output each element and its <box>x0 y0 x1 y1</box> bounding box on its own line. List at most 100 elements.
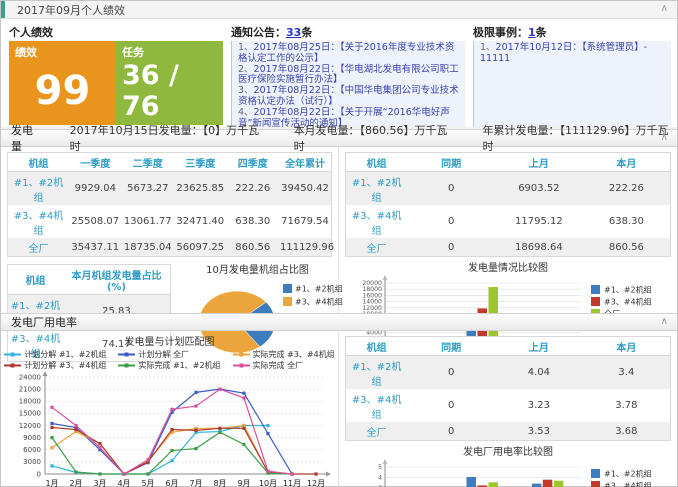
svg-text:10月: 10月 <box>258 479 276 487</box>
legend-item: 实际完成 #3、#4机组 <box>233 349 335 360</box>
table-cell: 25508.07 <box>69 205 121 238</box>
svg-text:18000: 18000 <box>18 398 40 406</box>
notices-title: 通知公告： <box>231 26 286 39</box>
case-number: 1、 <box>480 42 496 53</box>
line-chart-legend: 计划分解 #1、#2机组 计划分解 全厂 实际完成 #3、#4机组计划分解 #3、#… <box>1 349 338 371</box>
plan-vs-actual-line-chart: 030006000900012000150001800021000240001月… <box>1 371 338 487</box>
table-cell: 35437.11 <box>69 238 121 257</box>
svg-text:6月: 6月 <box>165 479 178 487</box>
section-personal: 个人绩效 绩效 99 任务 36 / 76 通知公告：33条 1、2017年08… <box>1 19 677 127</box>
task-progress-tile[interactable]: 任务 36 / 76 <box>116 41 223 125</box>
table-cell: 0 <box>407 356 495 390</box>
line-chart-title: 发电量与计划匹配图 <box>1 333 338 348</box>
table-row: #3、#4机组25508.0713061.7732471.40638.30716… <box>8 205 332 238</box>
table-header-cell: 二季度 <box>122 153 174 172</box>
table-header-cell: 本月 <box>583 337 671 356</box>
table-cell: 111129.96 <box>279 238 332 257</box>
case-date: 2017年10月12日： <box>496 42 582 53</box>
svg-text:11月: 11月 <box>282 479 300 487</box>
performance-title: 个人绩效 <box>9 24 223 38</box>
rate-left-pane: 发电量与计划匹配图 计划分解 #1、#2机组 计划分解 全厂 实际完成 #3、#4机… <box>1 331 339 487</box>
chevron-up-icon[interactable]: ∧ <box>661 2 668 16</box>
table-header-cell: 机组 <box>8 265 63 295</box>
power-section-body: 机组一季度二季度三季度四季度全年累计#1、#2机组9929.045673.272… <box>1 147 677 313</box>
svg-text:5: 5 <box>378 464 382 471</box>
table-row: #3、#4机组03.233.78 <box>346 389 671 422</box>
table-row: #1、#2机组04.043.4 <box>346 356 671 390</box>
pie-chart-title: 10月发电量机组占比图 <box>177 261 338 276</box>
svg-text:4: 4 <box>378 474 382 481</box>
legend-label: 计划分解 #3、#4机组 <box>24 360 106 371</box>
svg-text:#1、#2机组: #1、#2机组 <box>604 285 652 295</box>
table-row: 全厂018698.64860.56 <box>346 238 671 257</box>
svg-text:8月: 8月 <box>213 479 226 487</box>
table-cell: 9929.04 <box>69 172 121 206</box>
rate-section-body: 发电量与计划匹配图 计划分解 #1、#2机组 计划分解 全厂 实际完成 #3、#4机… <box>1 331 677 487</box>
table-cell: 56097.25 <box>174 238 226 257</box>
cases-count-link[interactable]: 1 <box>528 26 536 39</box>
dashboard-page: { "top_bar": { "title": "2017年09月个人绩效", … <box>0 0 678 487</box>
stat-month: 本月发电量：【860.56】万千瓦时 <box>294 122 457 154</box>
svg-text:7月: 7月 <box>189 479 202 487</box>
notices-header: 通知公告：33条 <box>231 24 465 38</box>
notices-count-link[interactable]: 33 <box>286 26 301 39</box>
quarter-table: 机组一季度二季度三季度四季度全年累计#1、#2机组9929.045673.272… <box>7 152 332 257</box>
table-header-cell: 同期 <box>407 337 495 356</box>
legend-label: 计划分解 #1、#2机组 <box>24 349 106 360</box>
cases-title: 极限事例： <box>473 26 528 39</box>
performance-block: 个人绩效 绩效 99 任务 36 / 76 <box>9 24 223 127</box>
table-header-cell: 全年累计 <box>279 153 332 172</box>
line-plan-vs-actual-svg: 030006000900012000150001800021000240001月… <box>3 371 337 487</box>
legend-item: 实际完成 #1、#2机组 <box>118 360 220 371</box>
notice-item[interactable]: 2、2017年08月22日：【华电湖北发电有限公司职工医疗保险实施暂行办法】 <box>238 65 459 87</box>
svg-text:4月: 4月 <box>117 479 130 487</box>
table-cell: 全厂 <box>346 238 408 257</box>
notice-item[interactable]: 3、2017年08月22日：【中国华电集团公司专业技术资格认定办法（试行）】 <box>238 86 459 108</box>
legend-swatch-icon <box>4 351 21 358</box>
svg-text:6000: 6000 <box>23 446 41 454</box>
legend-item: 计划分解 全厂 <box>118 349 220 360</box>
svg-text:20000: 20000 <box>362 280 382 287</box>
legend-item: 计划分解 #1、#2机组 <box>4 349 106 360</box>
table-cell: 0 <box>407 389 495 422</box>
table-header-row: 机组同期上月本月 <box>346 337 671 356</box>
svg-text:12月: 12月 <box>306 479 324 487</box>
legend-swatch-icon <box>233 351 250 358</box>
table-cell: #1、#2机组 <box>8 172 70 206</box>
rate-section-title: 发电厂用电率 <box>11 314 77 330</box>
kpi-score-tile[interactable]: 绩效 99 <box>9 41 116 125</box>
table-cell: 18698.64 <box>495 238 583 257</box>
table-cell: 3.53 <box>495 422 583 441</box>
table-header-cell: 上月 <box>495 153 583 172</box>
chevron-up-icon[interactable]: ∧ <box>661 131 668 145</box>
notice-date: 2017年08月25日： <box>254 42 340 53</box>
table-header-cell: 机组 <box>8 153 70 172</box>
table-header-cell: 机组 <box>346 337 408 356</box>
month-table: 机组同期上月本月#1、#2机组06903.52222.26#3、#4机组0117… <box>345 152 671 257</box>
rate-bar-chart: 012345同期上月本月#1、#2机组#3、#4机组全厂 <box>339 458 677 487</box>
svg-text:18000: 18000 <box>362 286 382 293</box>
notices-count-suffix: 条 <box>301 26 312 39</box>
task-label: 任务 <box>122 44 217 60</box>
notice-number: 2、 <box>238 64 254 75</box>
notice-number: 3、 <box>238 85 254 96</box>
legend-label: 实际完成 #3、#4机组 <box>253 349 335 360</box>
legend-swatch-icon <box>118 362 135 369</box>
chevron-up-icon[interactable]: ∧ <box>661 315 668 329</box>
table-cell: 0 <box>407 172 495 206</box>
kpi-score-value: 99 <box>15 60 110 122</box>
table-cell: 11795.12 <box>495 205 583 238</box>
bar-rate-compare-svg: 012345同期上月本月#1、#2机组#3、#4机组全厂 <box>345 458 671 487</box>
svg-text:9月: 9月 <box>237 479 250 487</box>
case-item[interactable]: 1、2017年10月12日：【系统管理员】- 11111 <box>480 43 665 65</box>
power-right-pane: 机组同期上月本月#1、#2机组06903.52222.26#3、#4机组0117… <box>339 147 677 313</box>
table-header-cell: 本月机组发电量占比(%) <box>63 265 171 295</box>
rate-right-pane: 机组同期上月本月#1、#2机组04.043.4#3、#4机组03.233.78全… <box>339 331 677 487</box>
table-row: 全厂03.533.68 <box>346 422 671 441</box>
svg-text:3月: 3月 <box>93 479 106 487</box>
svg-text:2月: 2月 <box>69 479 82 487</box>
table-cell: 860.56 <box>227 238 279 257</box>
notice-item[interactable]: 1、2017年08月25日：【关于2016年度专业技术资格认定工作的公示】 <box>238 43 459 65</box>
legend-label: 实际完成 #1、#2机组 <box>138 360 220 371</box>
table-cell: #3、#4机组 <box>346 205 408 238</box>
